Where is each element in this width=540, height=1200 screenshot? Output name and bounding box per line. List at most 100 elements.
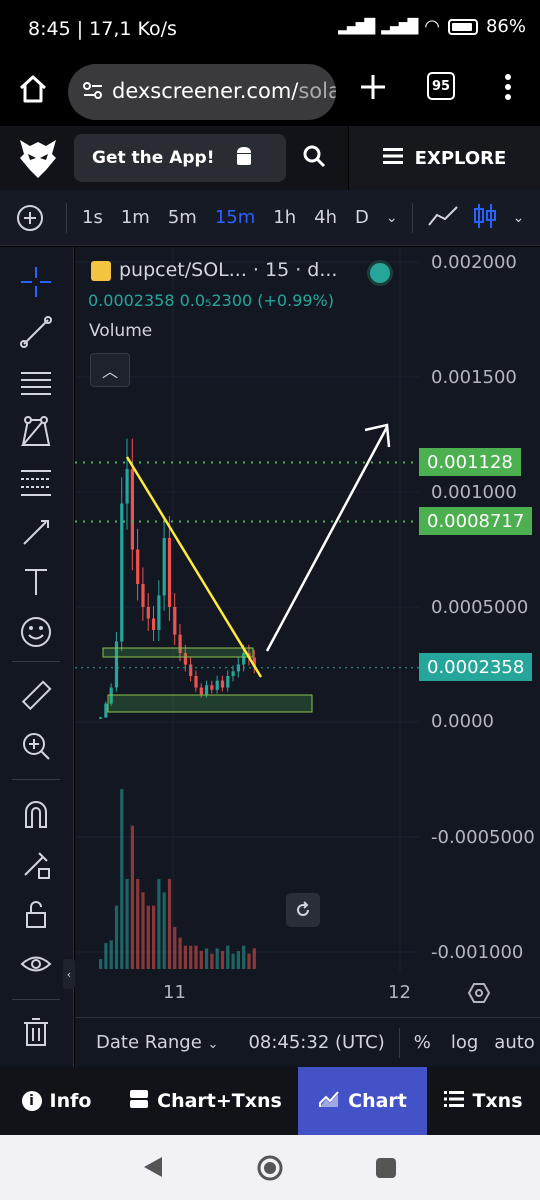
battery-percent: 86% bbox=[485, 16, 526, 37]
chevron-up-icon: ︿ bbox=[101, 362, 118, 381]
candle-body bbox=[152, 618, 156, 630]
horizontal-lines-tool-icon[interactable] bbox=[17, 363, 55, 401]
candle-body bbox=[167, 538, 172, 607]
ruler-tool-icon[interactable] bbox=[17, 677, 55, 715]
timeframe-4h[interactable]: 4h bbox=[305, 207, 346, 228]
candle-body bbox=[194, 676, 198, 688]
menu-icon bbox=[382, 147, 403, 169]
add-symbol-icon[interactable] bbox=[0, 204, 60, 232]
volume-bar bbox=[178, 937, 182, 969]
candle-body bbox=[199, 687, 203, 695]
timeframe-1m[interactable]: 1m bbox=[112, 207, 159, 228]
brush-tool-icon[interactable] bbox=[17, 513, 55, 551]
timeframe-5m[interactable]: 5m bbox=[159, 207, 206, 228]
trendline bbox=[125, 456, 263, 678]
signal-icon: ▂▄▆█ bbox=[338, 18, 375, 35]
volume-bar bbox=[183, 945, 187, 969]
collapse-tools-handle[interactable]: ‹ bbox=[63, 959, 75, 989]
tab-chart[interactable]: Chart bbox=[298, 1067, 427, 1135]
volume-bar bbox=[109, 940, 113, 969]
volume-bar bbox=[104, 943, 108, 969]
chart-toolbar: 1s 1m 5m 15m 1h 4h D ⌄ ⌄ bbox=[0, 190, 540, 246]
tab-txns[interactable]: Txns bbox=[427, 1067, 540, 1135]
log-toggle[interactable]: log bbox=[451, 1032, 478, 1053]
home-icon[interactable] bbox=[16, 72, 50, 106]
volume-bar bbox=[199, 951, 203, 969]
emoji-tool-icon[interactable] bbox=[17, 613, 55, 651]
signal-icon-2: ▂▄▆█ bbox=[381, 18, 418, 35]
chart-bottom-bar: Date Range ⌄ 08:45:32 (UTC) % log auto bbox=[75, 1017, 540, 1067]
get-the-app-button[interactable]: Get the App! bbox=[74, 134, 286, 182]
chevron-down-icon[interactable]: ⌄ bbox=[378, 210, 406, 226]
timeframe-1h[interactable]: 1h bbox=[264, 207, 305, 228]
candle-body bbox=[146, 607, 150, 619]
volume-bar bbox=[226, 945, 230, 969]
time-label: 12 bbox=[388, 982, 411, 1003]
timeframe-D[interactable]: D bbox=[346, 207, 378, 228]
tools-divider bbox=[12, 661, 60, 662]
chevron-down-icon[interactable]: ⌄ bbox=[503, 210, 535, 226]
text-tool-icon[interactable] bbox=[17, 563, 55, 601]
candle-body bbox=[141, 584, 145, 607]
volume-bar bbox=[141, 892, 145, 969]
search-icon[interactable] bbox=[302, 144, 328, 170]
site-settings-icon[interactable] bbox=[82, 80, 104, 102]
candle-body bbox=[220, 680, 225, 688]
crosshair-icon[interactable] bbox=[17, 263, 55, 301]
dexscreener-logo-icon[interactable] bbox=[18, 136, 58, 180]
trash-icon[interactable] bbox=[17, 1013, 55, 1051]
get-app-label: Get the App! bbox=[92, 148, 215, 168]
address-bar[interactable]: dexscreener.com/sola bbox=[68, 64, 336, 120]
legend-title: pupcet/SOL... · 15 · d... bbox=[119, 259, 338, 281]
zoom-in-icon[interactable] bbox=[17, 727, 55, 765]
back-icon[interactable] bbox=[142, 1155, 164, 1183]
toolbar-divider bbox=[66, 202, 67, 233]
percent-toggle[interactable]: % bbox=[414, 1032, 431, 1053]
explore-button[interactable]: EXPLORE bbox=[348, 126, 540, 190]
home-nav-icon[interactable] bbox=[256, 1154, 284, 1186]
recents-icon[interactable] bbox=[375, 1157, 397, 1183]
price-label: 0.001500 bbox=[431, 367, 517, 388]
candles-chart-style-icon[interactable] bbox=[467, 202, 503, 234]
price-label: 0.002000 bbox=[431, 252, 517, 273]
chart-settings-icon[interactable] bbox=[467, 981, 491, 1005]
volume-bar bbox=[252, 948, 256, 969]
volume-bar bbox=[194, 945, 198, 969]
site-header: Get the App! EXPLORE bbox=[0, 126, 540, 190]
price-axis[interactable]: 0.002000 0.001500 0.001000 0.0005000 0.0… bbox=[419, 247, 540, 977]
status-bar: 8:45 | 17,1 Ko/s ▂▄▆█ ▂▄▆█ ◠ 86% bbox=[0, 0, 540, 60]
auto-toggle[interactable]: auto bbox=[494, 1032, 535, 1053]
date-range-button[interactable]: Date Range ⌄ bbox=[96, 1032, 218, 1053]
chart-pane[interactable]: pupcet/SOL... · 15 · d... 0.0002358 0.0₅… bbox=[75, 247, 540, 1067]
timeframe-1s[interactable]: 1s bbox=[73, 207, 112, 228]
line-chart-style-icon[interactable] bbox=[419, 203, 467, 233]
tab-chart-txns[interactable]: Chart+Txns bbox=[113, 1067, 298, 1135]
tab-switcher-button[interactable]: 95 bbox=[427, 72, 455, 100]
status-time: 8:45 | 17,1 Ko/s bbox=[28, 18, 177, 40]
lock-drawing-icon[interactable] bbox=[17, 845, 55, 883]
eye-icon[interactable] bbox=[17, 945, 55, 983]
more-menu-icon[interactable] bbox=[498, 70, 518, 104]
volume-bar bbox=[220, 951, 225, 969]
magnet-icon[interactable] bbox=[17, 795, 55, 833]
volume-bar bbox=[125, 879, 129, 969]
candle-body bbox=[136, 549, 140, 584]
trend-line-tool-icon[interactable] bbox=[17, 313, 55, 351]
timeframe-15m[interactable]: 15m bbox=[206, 207, 264, 228]
collapse-legend-button[interactable]: ︿ bbox=[90, 353, 130, 387]
volume-bar bbox=[231, 953, 235, 969]
url-text: dexscreener.com/sola bbox=[112, 79, 336, 103]
new-tab-icon[interactable] bbox=[356, 70, 390, 104]
price-tag-level-2: 0.0008717 bbox=[419, 507, 533, 535]
pattern-tool-icon[interactable] bbox=[17, 413, 55, 451]
tab-label: Txns bbox=[472, 1090, 523, 1112]
candle-body bbox=[120, 503, 124, 642]
legend-volume-label: Volume bbox=[89, 321, 153, 341]
reset-chart-button[interactable] bbox=[286, 893, 320, 927]
legend-values: 0.0002358 0.0₅2300 (+0.99%) bbox=[88, 291, 334, 310]
bottom-tab-bar: i Info Chart+Txns Chart Txns bbox=[0, 1067, 540, 1135]
unlock-icon[interactable] bbox=[17, 895, 55, 933]
tab-info[interactable]: i Info bbox=[0, 1067, 113, 1135]
candle-body bbox=[162, 538, 166, 596]
fib-retracement-tool-icon[interactable] bbox=[17, 463, 55, 501]
